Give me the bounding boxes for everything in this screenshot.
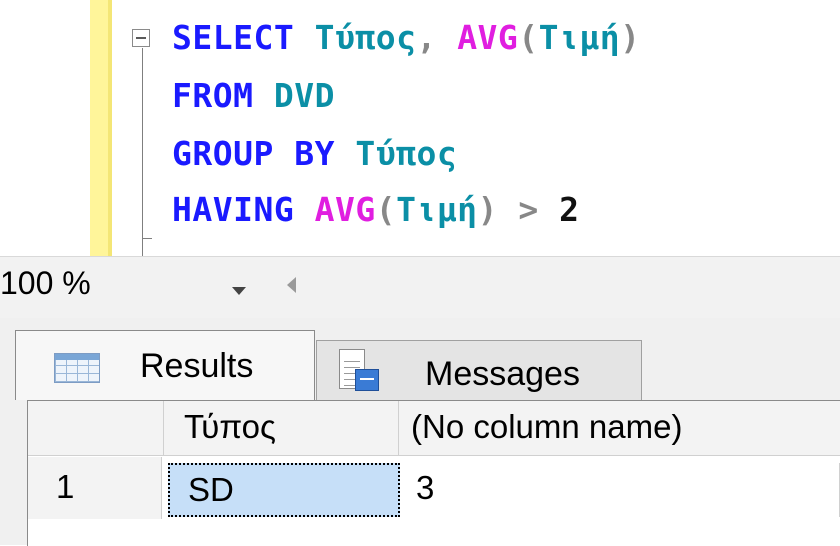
table-row[interactable]: 1 SD 3	[28, 457, 840, 519]
outline-guide-end	[142, 238, 152, 239]
row-number[interactable]: 1	[28, 457, 162, 519]
keyword-select: SELECT	[172, 18, 295, 57]
grid-icon	[54, 353, 100, 383]
identifier-typos: Τύπος	[355, 134, 458, 173]
column-header-typos[interactable]: Τύπος	[164, 401, 399, 455]
function-avg: AVG	[457, 18, 519, 57]
paren-close: )	[620, 18, 641, 57]
editor-margin	[0, 0, 90, 256]
row-number-header[interactable]	[28, 401, 164, 455]
zoom-bar: 100 %	[0, 256, 840, 319]
code-line-4[interactable]: HAVING AVG(Τιμή) > 2	[172, 190, 579, 230]
identifier-timi: Τιμή	[396, 190, 478, 229]
chevron-down-icon[interactable]	[232, 287, 246, 295]
keyword-by: BY	[294, 134, 335, 173]
results-grid[interactable]: Τύπος (No column name) 1 SD 3	[27, 400, 840, 546]
code-line-3[interactable]: GROUP BY Τύπος	[172, 134, 457, 174]
change-tracking-bar-edge	[108, 0, 112, 256]
paren-close: )	[477, 190, 498, 229]
keyword-group: GROUP	[172, 134, 274, 173]
paren-open: (	[375, 190, 397, 229]
number-literal: 2	[559, 190, 580, 229]
tab-messages[interactable]: Messages	[316, 340, 642, 400]
zoom-level[interactable]: 100 %	[0, 265, 91, 302]
messages-icon	[339, 349, 379, 393]
identifier-timi: Τιμή	[538, 18, 621, 57]
selected-cell-typos[interactable]: SD	[168, 463, 400, 517]
keyword-from: FROM	[172, 76, 254, 115]
code-line-1[interactable]: SELECT Τύπος, AVG(Τιμή)	[172, 18, 641, 58]
results-pane: Results Messages Τύπος (No column name) …	[0, 318, 840, 546]
keyword-having: HAVING	[172, 190, 295, 229]
cell-avg-value[interactable]: 3	[400, 463, 840, 517]
operator-greater: >	[518, 190, 539, 229]
query-editor[interactable]: SELECT Τύπος, AVG(Τιμή) FROM DVD GROUP B…	[0, 0, 840, 256]
column-header-no-name[interactable]: (No column name)	[399, 401, 840, 455]
identifier-dvd: DVD	[273, 76, 335, 115]
grid-header-row: Τύπος (No column name)	[28, 401, 840, 456]
function-avg: AVG	[314, 190, 376, 229]
scroll-left-arrow-icon[interactable]	[287, 277, 296, 293]
paren-open: (	[518, 18, 539, 57]
outline-guide-line	[142, 48, 143, 256]
tab-messages-label: Messages	[425, 355, 580, 393]
tab-results-label: Results	[140, 347, 254, 385]
code-line-2[interactable]: FROM DVD	[172, 76, 335, 116]
punct-comma: ,	[416, 18, 437, 57]
change-tracking-bar	[90, 0, 110, 256]
tab-results[interactable]: Results	[15, 330, 315, 400]
identifier-typos: Τύπος	[314, 18, 417, 57]
collapse-icon[interactable]	[132, 29, 150, 47]
